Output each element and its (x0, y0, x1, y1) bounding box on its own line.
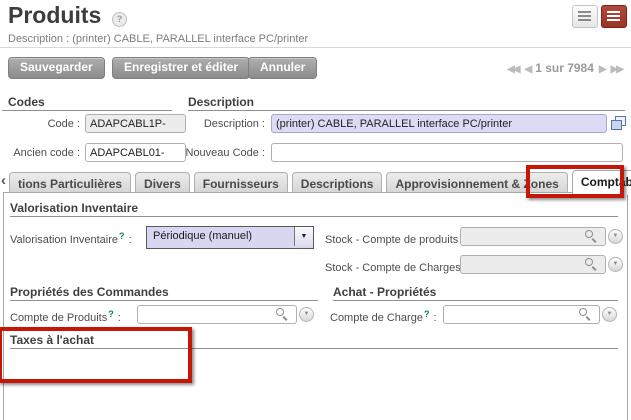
chevron-down-icon[interactable]: ▼ (294, 227, 313, 246)
header-divider (0, 47, 631, 48)
label-colon: : (433, 312, 437, 324)
pager-next-icon[interactable]: ▶ (599, 64, 607, 75)
expense-account-label-text: Compte de Charge (330, 312, 423, 324)
section-title-taxes-achat: Taxes à l'achat (10, 333, 95, 347)
dropdown-circle-icon[interactable]: ▼ (608, 229, 623, 244)
cancel-button[interactable]: Annuler (248, 57, 318, 79)
section-title-description: Description (188, 95, 255, 109)
dropdown-circle-icon[interactable]: ▼ (299, 307, 314, 322)
section-title-valorisation: Valorisation Inventaire (10, 201, 139, 215)
pager-first-icon[interactable]: ◀◀ (507, 64, 520, 75)
pager-prev-icon[interactable]: ◀ (524, 64, 532, 75)
pager-label: 1 sur 7984 (535, 61, 594, 75)
stock-income-label: Stock - Compte de produits? : (325, 231, 472, 246)
page-title: Produits (8, 2, 102, 28)
help-marker-icon: ? (119, 231, 125, 241)
tab-comptabilite[interactable]: Comptabilité (571, 170, 631, 195)
valuation-label: Valorisation Inventaire? : (10, 231, 142, 246)
search-icon[interactable] (585, 230, 596, 241)
pager-last-icon[interactable]: ▶▶ (611, 64, 624, 75)
section-title-proprietes-commandes: Propriétés des Commandes (10, 285, 169, 299)
section-divider (10, 216, 618, 217)
expense-account-field[interactable] (443, 305, 600, 324)
old-code-label: Ancien code : (13, 147, 80, 159)
section-divider (10, 348, 618, 349)
view-switcher (572, 5, 627, 28)
dropdown-circle-icon[interactable]: ▼ (608, 257, 623, 272)
form-icon (607, 11, 620, 21)
search-icon[interactable] (585, 258, 596, 269)
stock-income-label-text: Stock - Compte de produits (325, 234, 459, 246)
valuation-select-value: Périodique (manuel) (153, 230, 253, 242)
new-code-label: Nouveau Code : (185, 147, 266, 159)
help-marker-icon: ? (423, 309, 430, 319)
old-code-field[interactable] (85, 143, 186, 162)
section-divider (2, 110, 172, 111)
save-and-edit-button[interactable]: Enregistrer et éditer (112, 57, 251, 79)
description-label: Description : (203, 118, 265, 130)
stock-expense-label: Stock - Compte de Charges? : (325, 259, 474, 274)
product-form-window: Produits ? Description : (printer) CABLE… (0, 0, 631, 420)
code-label: Code : (47, 118, 80, 130)
expense-account-label: Compte de Charge? : (330, 309, 437, 324)
income-account-label-text: Compte de Produits (10, 312, 108, 324)
description-field[interactable] (271, 114, 607, 133)
section-divider (10, 300, 318, 301)
label-colon: : (128, 234, 132, 246)
code-field[interactable] (85, 114, 186, 133)
section-divider (188, 110, 625, 111)
list-view-button[interactable] (572, 5, 598, 28)
breadcrumb-description: Description : (printer) CABLE, PARALLEL … (8, 33, 309, 45)
title-help-icon: ? (112, 12, 127, 27)
search-icon[interactable] (276, 308, 287, 319)
new-code-field[interactable] (271, 143, 623, 162)
section-divider (333, 300, 618, 301)
search-icon[interactable] (579, 308, 590, 319)
list-icon (578, 11, 591, 21)
valuation-select[interactable]: Périodique (manuel) ▼ (146, 226, 314, 249)
valuation-label-text: Valorisation Inventaire (10, 234, 119, 246)
tabs-scroll-left-icon[interactable]: ‹ (1, 172, 6, 189)
dropdown-circle-icon[interactable]: ▼ (602, 307, 617, 322)
help-marker-icon: ? (108, 309, 114, 319)
translate-icon[interactable] (611, 116, 627, 131)
form-view-button[interactable] (601, 5, 627, 28)
label-colon: : (117, 312, 121, 324)
save-button[interactable]: Sauvegarder (8, 57, 105, 79)
record-pager: ◀◀ ◀ 1 sur 7984 ▶ ▶▶ (504, 61, 625, 75)
stock-expense-label-text: Stock - Compte de Charges (325, 262, 461, 274)
section-title-codes: Codes (8, 95, 45, 109)
section-title-achat-proprietes: Achat - Propriétés (333, 285, 437, 299)
income-account-label: Compte de Produits? : (10, 309, 132, 324)
income-account-field[interactable] (137, 305, 297, 324)
